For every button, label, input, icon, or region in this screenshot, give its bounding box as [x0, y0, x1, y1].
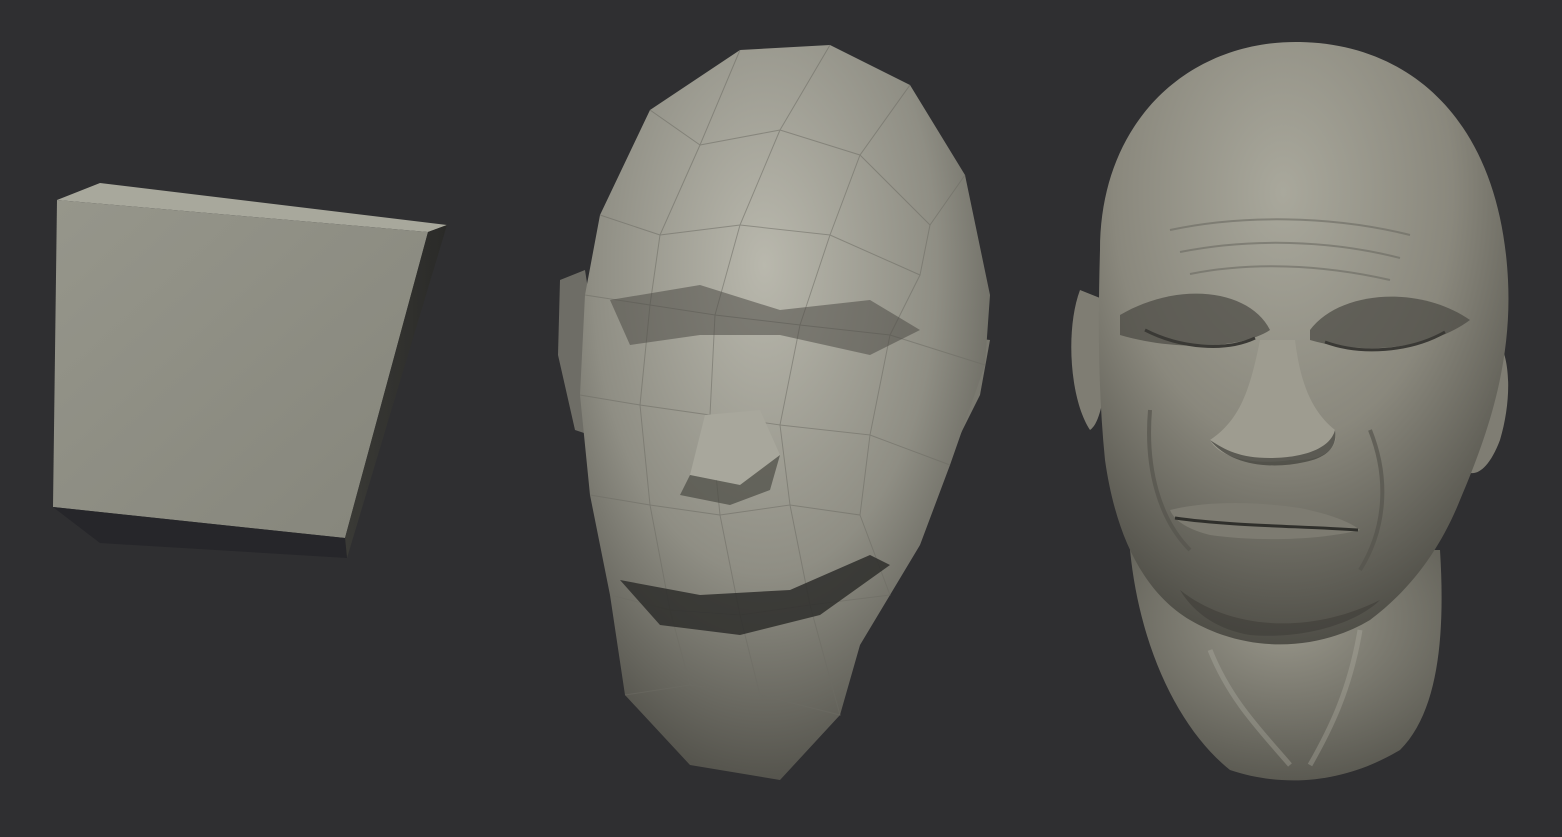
- lowpoly-head-model[interactable]: [540, 35, 1010, 785]
- sculpted-head-model[interactable]: [1060, 30, 1530, 790]
- lowpoly-head-surface: [580, 45, 990, 780]
- cube-model[interactable]: [40, 170, 460, 570]
- viewport-canvas[interactable]: [0, 0, 1562, 837]
- cube-front-face: [53, 200, 428, 538]
- lowpoly-head-graphic: [558, 44, 990, 780]
- sculpted-head-graphic: [1071, 41, 1509, 781]
- cube-graphic: [53, 183, 447, 558]
